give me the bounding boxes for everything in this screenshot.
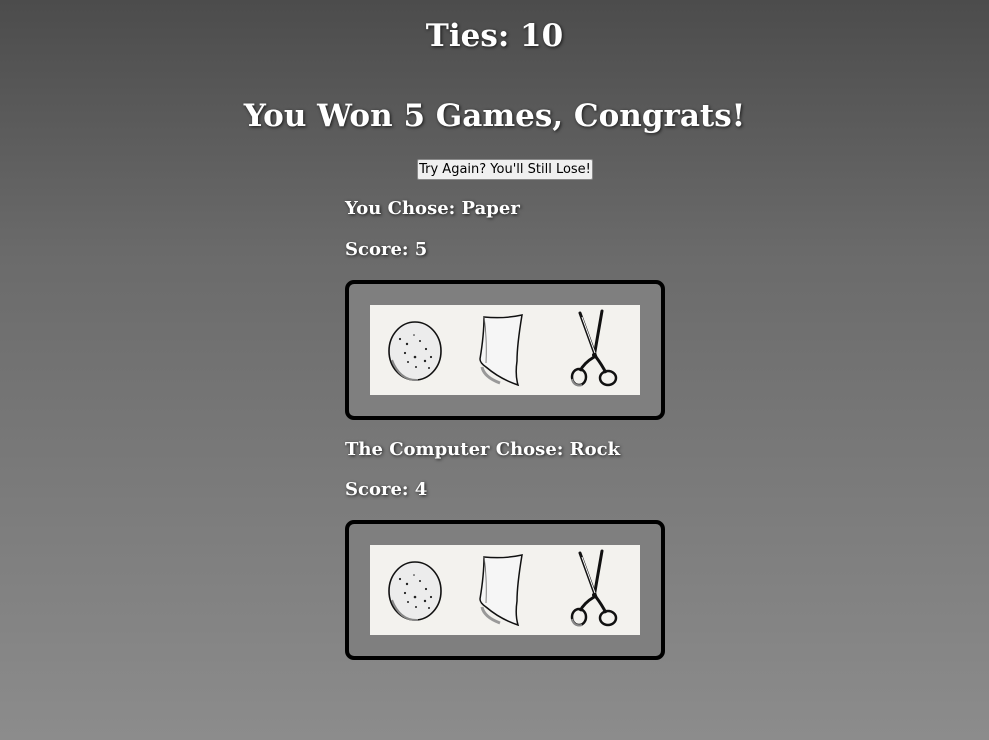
- computer-choice-strip: [370, 545, 640, 635]
- paper-icon: [479, 314, 523, 387]
- rock-icon: [388, 321, 442, 382]
- paper-icon: [479, 554, 523, 627]
- try-again-button[interactable]: Try Again? You'll Still Lose!: [417, 159, 593, 180]
- player-choice-board: [345, 280, 665, 420]
- player-choice-text: You Chose: Paper: [345, 198, 520, 219]
- computer-rock-option: [370, 545, 460, 635]
- scissors-icon: [570, 309, 618, 387]
- player-paper-option[interactable]: [460, 305, 550, 395]
- computer-choice-board: [345, 520, 665, 660]
- ties-counter: Ties: 10: [425, 18, 564, 54]
- player-scissors-option[interactable]: [550, 305, 640, 395]
- computer-score-text: Score: 4: [345, 479, 428, 500]
- computer-paper-option: [460, 545, 550, 635]
- result-message: You Won 5 Games, Congrats!: [243, 98, 746, 134]
- player-choice-strip: [370, 305, 640, 395]
- scissors-icon: [570, 549, 618, 627]
- computer-scissors-option: [550, 545, 640, 635]
- computer-choice-text: The Computer Chose: Rock: [345, 439, 621, 460]
- player-score-text: Score: 5: [345, 239, 428, 260]
- player-rock-option[interactable]: [370, 305, 460, 395]
- rock-icon: [388, 561, 442, 622]
